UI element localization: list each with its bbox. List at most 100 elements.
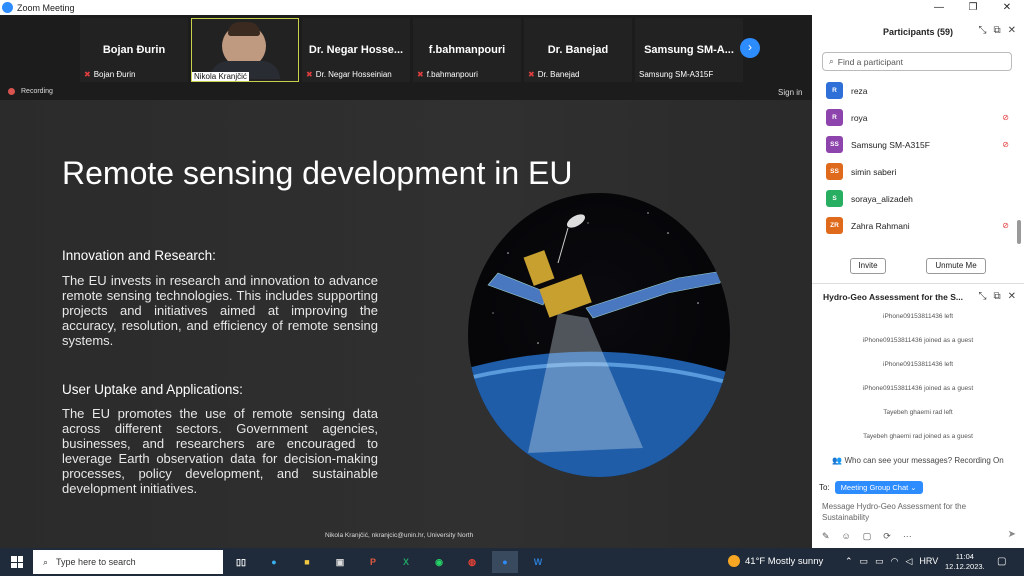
restore-button[interactable]: ❐	[956, 0, 990, 15]
more-icon[interactable]: ···	[903, 531, 912, 542]
collapse-icon[interactable]: ⤡	[978, 25, 986, 36]
excel-icon[interactable]: X	[393, 551, 419, 573]
search-icon: ⌕	[43, 556, 49, 567]
file-icon[interactable]: ▢	[863, 531, 872, 542]
recipient-dropdown[interactable]: Meeting Group Chat ⌄	[834, 481, 923, 494]
list-item[interactable]: R roya ⊘	[812, 104, 1017, 131]
list-item[interactable]: S soraya_alizadeh	[812, 185, 1017, 212]
avatar: ZR	[826, 217, 843, 234]
chevron-up-icon[interactable]: ⌃	[845, 556, 853, 567]
wifi-icon[interactable]: ◠	[891, 556, 899, 567]
sign-in-link[interactable]: Sign in	[778, 88, 802, 97]
language-indicator[interactable]: HRV	[919, 556, 938, 567]
video-tile[interactable]: Samsung SM-A... Samsung SM-A315F	[635, 18, 743, 82]
who-can-see-link[interactable]: 👥 Who can see your messages? Recording O…	[812, 456, 1024, 465]
participants-scrollbar[interactable]	[1017, 220, 1021, 244]
unmute-me-button[interactable]: Unmute Me	[926, 258, 986, 274]
chat-messages: iPhone09153811436 left iPhone09153811436…	[812, 313, 1024, 457]
mic-muted-icon: ✖	[417, 70, 424, 79]
send-icon[interactable]: ➤	[1008, 529, 1016, 540]
recording-indicator: Recording	[8, 88, 53, 95]
weather-widget[interactable]: 41°F Mostly sunny	[728, 555, 823, 567]
avatar: SS	[826, 136, 843, 153]
participant-list: R reza R roya ⊘ SS Samsung SM-A315F ⊘ SS…	[812, 77, 1017, 239]
video-tile[interactable]: f.bahmanpouri ✖ f.bahmanpouri	[413, 18, 521, 82]
video-tile[interactable]: Bojan Đurin ✖ Bojan Đurin	[80, 18, 188, 82]
participant-name: Zahra Rahmani	[851, 220, 910, 231]
popout-icon[interactable]: ⧉	[993, 25, 1000, 36]
window-titlebar: Zoom Meeting — ❐ ✕	[0, 0, 1024, 15]
chat-message-input[interactable]: Message Hydro-Geo Assessment for the Sus…	[822, 501, 992, 523]
store-icon[interactable]: ▣	[327, 551, 353, 573]
chat-system-message: iPhone09153811436 joined as a guest	[862, 385, 974, 392]
to-label: To:	[819, 483, 830, 492]
section-heading-uptake: User Uptake and Applications:	[62, 382, 243, 397]
chat-system-message: Tayebeh ghaemi rad joined as a guest	[863, 433, 973, 440]
video-tile-active-speaker[interactable]: Nikola Kranjčić	[191, 18, 299, 82]
window-controls: — ❐ ✕	[922, 0, 1024, 15]
record-dot-icon	[8, 88, 15, 95]
section-body-uptake: The EU promotes the use of remote sensin…	[62, 406, 378, 496]
zoom-logo-icon	[2, 2, 13, 13]
tile-display-name: Bojan Đurin	[102, 44, 166, 56]
participant-name: Samsung SM-A315F	[851, 139, 930, 150]
close-icon[interactable]: ✕	[1008, 291, 1016, 302]
window-title: Zoom Meeting	[17, 2, 75, 13]
word-icon[interactable]: W	[525, 551, 551, 573]
whatsapp-icon[interactable]: ◉	[426, 551, 452, 573]
video-tile[interactable]: Dr. Negar Hosse... ✖ Dr. Negar Hosseinian	[302, 18, 410, 82]
list-item[interactable]: ZR Zahra Rahmani ⊘	[812, 212, 1017, 239]
zoom-taskbar-icon[interactable]: ●	[492, 551, 518, 573]
chrome-icon[interactable]: ◍	[459, 551, 485, 573]
tile-name-label: Samsung SM-A315F	[639, 70, 714, 79]
battery-icon[interactable]: ▭	[875, 556, 884, 567]
recording-label: Recording	[21, 88, 53, 95]
list-item[interactable]: SS simin saberi	[812, 158, 1017, 185]
popout-icon[interactable]: ⧉	[993, 291, 1000, 302]
collapse-icon[interactable]: ⤡	[978, 291, 986, 302]
format-icon[interactable]: ✎	[822, 531, 830, 542]
satellite-image	[468, 193, 730, 477]
file-explorer-icon[interactable]: ■	[294, 551, 320, 573]
tile-name-label: ✖ Dr. Banejad	[528, 70, 580, 79]
tile-name-label: Nikola Kranjčić	[192, 72, 249, 81]
participant-name: simin saberi	[851, 166, 897, 177]
invite-button[interactable]: Invite	[850, 258, 886, 274]
chat-system-message: iPhone09153811436 left	[883, 361, 953, 368]
minimize-button[interactable]: —	[922, 0, 956, 15]
clock-time: 11:04	[955, 552, 974, 561]
list-item[interactable]: SS Samsung SM-A315F ⊘	[812, 131, 1017, 158]
people-icon: 👥	[832, 456, 843, 465]
participant-search-input[interactable]: ⌕ Find a participant	[822, 52, 1012, 71]
tile-name-label: ✖ Dr. Negar Hosseinian	[306, 70, 392, 79]
taskbar-search-input[interactable]: ⌕ Type here to search	[33, 550, 223, 574]
close-icon[interactable]: ✕	[1008, 25, 1016, 36]
participant-name: reza	[851, 85, 868, 96]
list-item[interactable]: R reza	[812, 77, 1017, 104]
clock-date: 12.12.2023.	[945, 562, 985, 571]
section-heading-innovation: Innovation and Research:	[62, 248, 216, 263]
windows-start-icon[interactable]	[11, 556, 23, 568]
close-window-button[interactable]: ✕	[990, 0, 1024, 15]
edge-icon[interactable]: ●	[261, 551, 287, 573]
participants-header-controls: ⤡ ⧉ ✕	[978, 25, 1016, 36]
powerpoint-icon[interactable]: P	[360, 551, 386, 573]
windows-taskbar: ⌕ Type here to search ▯▯ ● ■ ▣ P X ◉ ◍ ●…	[0, 548, 1024, 576]
taskbar-clock[interactable]: 11:04 12.12.2023.	[945, 552, 985, 572]
chat-toolbar: ✎ ☺ ▢ ⟳ ···	[822, 531, 912, 542]
screenshot-icon[interactable]: ⟳	[883, 531, 891, 542]
task-view-icon[interactable]: ▯▯	[228, 551, 254, 573]
tile-name-label: ✖ Bojan Đurin	[84, 70, 136, 79]
mic-muted-icon: ✖	[528, 70, 535, 79]
video-tile[interactable]: Dr. Banejad ✖ Dr. Banejad	[524, 18, 632, 82]
avatar: R	[826, 82, 843, 99]
chat-system-message: iPhone09153811436 left	[883, 313, 953, 320]
chat-system-message: Tayebeh ghaemi rad left	[883, 409, 953, 416]
panel-divider	[812, 283, 1024, 284]
network-icon[interactable]: ▭	[860, 556, 869, 567]
next-page-button[interactable]: ›	[740, 38, 760, 58]
notification-icon[interactable]: ▢	[997, 556, 1006, 567]
meeting-area: Bojan Đurin ✖ Bojan Đurin Nikola Kranjčić…	[0, 15, 812, 548]
emoji-icon[interactable]: ☺	[842, 531, 851, 542]
volume-icon[interactable]: ◁	[905, 556, 912, 567]
